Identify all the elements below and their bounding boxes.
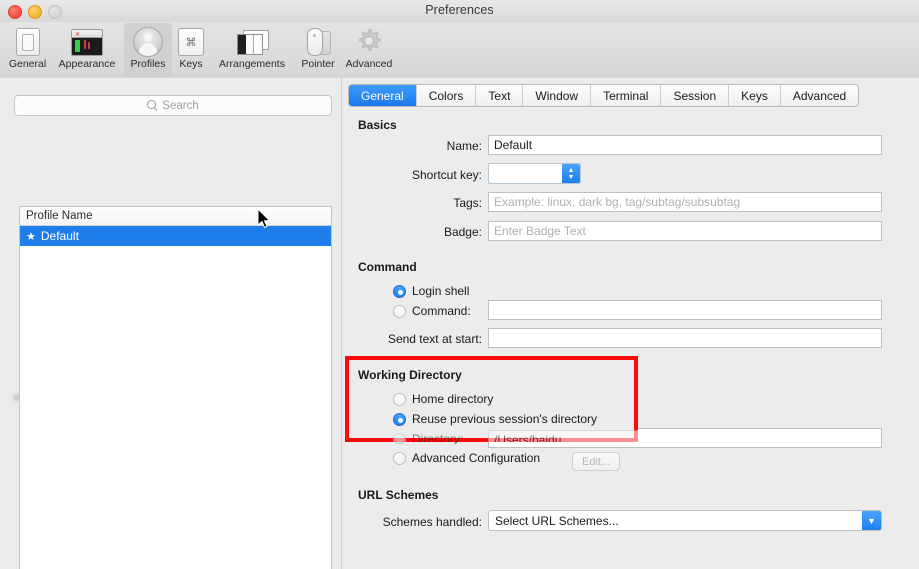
command-field[interactable] xyxy=(488,300,882,320)
tab-window[interactable]: Window xyxy=(523,85,592,106)
content-area: Search Profile Name ★ Default Tags > + –… xyxy=(0,78,919,569)
tab-keys[interactable]: Keys xyxy=(729,85,781,106)
login-shell-label: Login shell xyxy=(412,284,470,298)
toolbar-item-appearance[interactable]: ✕ Appearance xyxy=(52,23,122,77)
window-title: Preferences xyxy=(425,3,494,17)
login-shell-radio[interactable] xyxy=(393,284,406,298)
tab-advanced[interactable]: Advanced xyxy=(781,85,858,106)
profile-list[interactable]: Profile Name ★ Default xyxy=(19,206,332,569)
appearance-icon: ✕ xyxy=(71,26,103,56)
badge-field[interactable]: Enter Badge Text xyxy=(488,221,882,241)
home-directory-radio-row-highlighted[interactable]: Home directory xyxy=(393,392,493,406)
shortcut-key-label: Shortcut key: xyxy=(411,168,482,182)
url-schemes-section-title: URL Schemes xyxy=(358,488,439,502)
tab-text[interactable]: Text xyxy=(476,85,524,106)
command-section-title: Command xyxy=(358,260,417,274)
login-shell-radio-row[interactable]: Login shell xyxy=(393,284,469,298)
toolbar-item-keys[interactable]: ⌘ Keys xyxy=(174,23,208,77)
profile-settings-pane: General Colors Text Window Terminal Sess… xyxy=(342,78,919,569)
toolbar-label-arrangements: Arrangements xyxy=(219,58,285,70)
advanced-configuration-label: Advanced Configuration xyxy=(412,451,541,465)
stepper-arrows-icon[interactable]: ▲ ▼ xyxy=(562,164,580,183)
toolbar-item-general[interactable]: General xyxy=(5,23,50,77)
command-radio[interactable] xyxy=(393,304,406,318)
shortcut-key-stepper[interactable]: ▲ ▼ xyxy=(488,163,581,184)
toolbar-label-pointer: Pointer xyxy=(301,58,335,70)
table-row[interactable]: ★ Default xyxy=(20,226,331,246)
working-directory-highlight-content: Working Directory Home directory Reuse p… xyxy=(345,356,638,442)
reuse-session-directory-radio-row-highlighted[interactable]: Reuse previous session's directory xyxy=(393,412,597,426)
preferences-toolbar: General ✕ Appearance Profiles ⌘ Keys Arr… xyxy=(0,22,919,79)
badge-label: Badge: xyxy=(443,225,482,239)
profile-name-default: Default xyxy=(40,229,79,243)
command-label: Command: xyxy=(412,304,471,318)
advanced-configuration-radio-row[interactable]: Advanced Configuration xyxy=(393,451,540,465)
general-icon xyxy=(12,26,44,56)
search-input[interactable]: Search xyxy=(14,95,332,116)
schemes-handled-value: Select URL Schemes... xyxy=(495,513,619,528)
name-label: Name: xyxy=(446,139,482,153)
advanced-configuration-radio[interactable] xyxy=(393,451,406,465)
name-field[interactable]: Default xyxy=(488,135,882,155)
search-placeholder: Search xyxy=(162,99,199,112)
arrangements-icon xyxy=(236,26,269,56)
home-directory-radio-highlighted[interactable] xyxy=(393,392,406,406)
directory-field-highlighted[interactable]: /Users/baidu xyxy=(488,430,638,442)
tab-terminal[interactable]: Terminal xyxy=(591,85,662,106)
window-titlebar: Preferences xyxy=(0,0,919,23)
tags-label: Tags: xyxy=(453,196,482,210)
send-text-at-start-field[interactable] xyxy=(488,328,882,348)
directory-label-highlighted: Directory: xyxy=(412,432,464,442)
working-directory-title-highlighted: Working Directory xyxy=(358,368,462,382)
directory-radio-highlighted[interactable] xyxy=(393,432,406,442)
keys-icon: ⌘ xyxy=(175,26,207,56)
reuse-session-directory-radio-highlighted[interactable] xyxy=(393,412,406,426)
schemes-handled-dropdown[interactable]: Select URL Schemes... ▼ xyxy=(488,510,882,531)
toolbar-label-appearance: Appearance xyxy=(58,58,116,70)
toolbar-label-general: General xyxy=(8,58,47,70)
pointer-icon xyxy=(302,26,334,56)
reuse-session-directory-label-highlighted: Reuse previous session's directory xyxy=(412,412,598,426)
home-directory-label-highlighted: Home directory xyxy=(412,392,494,406)
edit-button[interactable]: Edit... xyxy=(572,452,621,471)
profiles-sidebar: Search Profile Name ★ Default Tags > + –… xyxy=(0,78,341,569)
preferences-window: Preferences General ✕ Appearance Profile… xyxy=(0,0,919,569)
toolbar-label-profiles: Profiles xyxy=(130,58,166,70)
directory-radio-row-highlighted[interactable]: Directory: xyxy=(393,432,463,442)
schemes-handled-label: Schemes handled: xyxy=(382,515,482,529)
basics-section-title: Basics xyxy=(358,118,397,132)
toolbar-item-pointer[interactable]: Pointer xyxy=(296,23,340,77)
toolbar-item-profiles[interactable]: Profiles xyxy=(124,23,172,77)
tags-field[interactable]: Example: linux, dark bg, tag/subtag/subs… xyxy=(488,192,882,212)
settings-tabbar: General Colors Text Window Terminal Sess… xyxy=(348,84,860,107)
chevron-down-icon[interactable]: ▼ xyxy=(862,511,881,530)
search-icon xyxy=(147,100,158,111)
toolbar-item-advanced[interactable]: Advanced xyxy=(342,23,396,77)
toolbar-label-keys: Keys xyxy=(179,58,203,70)
toolbar-item-arrangements[interactable]: Arrangements xyxy=(210,23,294,77)
gear-icon xyxy=(353,26,385,56)
tab-general[interactable]: General xyxy=(349,85,417,106)
command-radio-row[interactable]: Command: xyxy=(393,304,471,318)
tab-session[interactable]: Session xyxy=(661,85,730,106)
toolbar-label-advanced: Advanced xyxy=(345,58,393,70)
star-icon: ★ xyxy=(26,230,36,243)
send-text-at-start-label: Send text at start: xyxy=(387,332,482,346)
profiles-icon xyxy=(132,26,164,57)
tab-colors[interactable]: Colors xyxy=(417,85,477,106)
profile-list-header: Profile Name xyxy=(20,207,331,226)
